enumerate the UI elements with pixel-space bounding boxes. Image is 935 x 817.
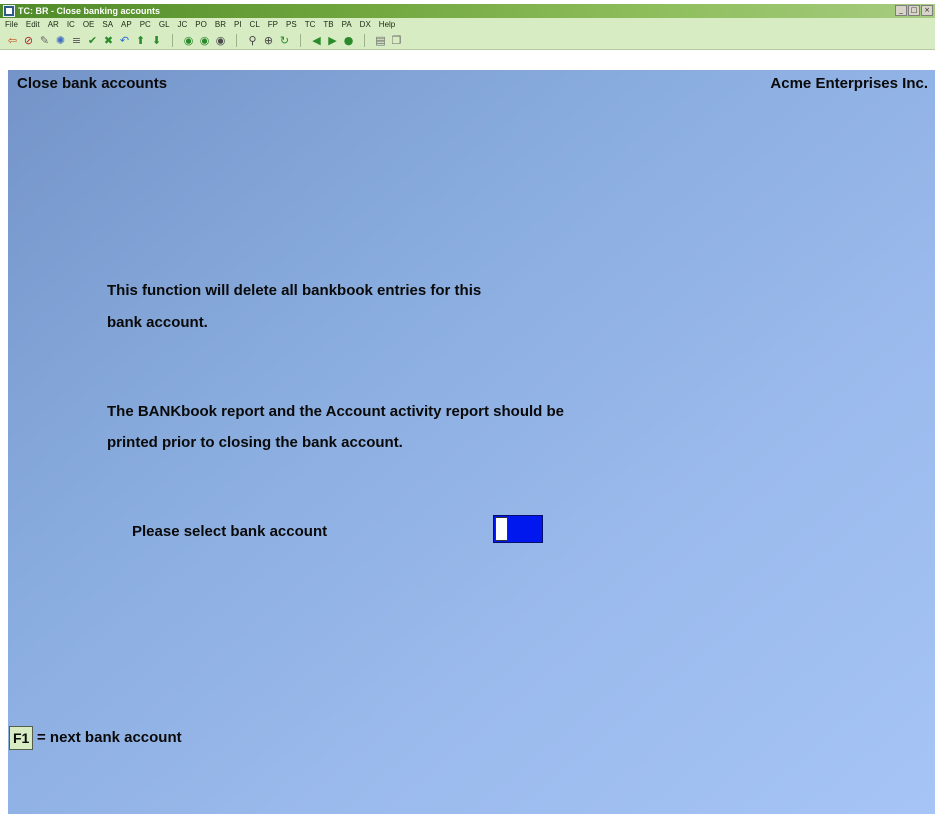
menu-item-oe[interactable]: OE (83, 19, 95, 31)
warning-line-2: bank account. (107, 314, 208, 331)
company-name: Acme Enterprises Inc. (770, 75, 928, 92)
delete-icon[interactable]: ✖ (102, 34, 115, 47)
screen-title: Close bank accounts (17, 75, 168, 92)
menu-item-fp[interactable]: FP (268, 19, 278, 31)
toolbar-separator (300, 34, 301, 47)
menu-item-cl[interactable]: CL (250, 19, 260, 31)
bank-account-prompt: Please select bank account (132, 523, 328, 540)
previous-icon[interactable]: ◀ (310, 34, 323, 47)
settings-icon[interactable]: ✺ (54, 34, 67, 47)
last-record-icon[interactable]: ◉ (214, 34, 227, 47)
menu-item-jc[interactable]: JC (178, 19, 188, 31)
copy-icon[interactable]: ❐ (390, 34, 403, 47)
menu-item-dx[interactable]: DX (360, 19, 371, 31)
menu-item-pi[interactable]: PI (234, 19, 242, 31)
maximize-button[interactable]: □ (908, 5, 920, 16)
menu-item-edit[interactable]: Edit (26, 19, 40, 31)
menu-item-help[interactable]: Help (379, 19, 395, 31)
f1-key-button[interactable]: F1 (9, 726, 34, 750)
menu-item-pc[interactable]: PC (140, 19, 151, 31)
toolbar: ⇦ ⊘ ✎ ✺ ≡ ✔ ✖ ↶ ⬆ ⬇ ◉ ◉ ◉ ⚲ ⊕ ↻ ◀ ▶ ● ▤ ❐ (0, 32, 935, 50)
f1-key-description: = next bank account (37, 729, 182, 746)
report-note-line-1: The BANKbook report and the Account acti… (107, 403, 564, 420)
save-icon[interactable]: ▤ (374, 34, 387, 47)
zoom-icon[interactable]: ⊕ (262, 34, 275, 47)
cancel-icon[interactable]: ⊘ (22, 34, 35, 47)
menu-item-sa[interactable]: SA (102, 19, 113, 31)
toolbar-separator (364, 34, 365, 47)
menu-item-gl[interactable]: GL (159, 19, 170, 31)
warning-line-1: This function will delete all bankbook e… (107, 282, 482, 299)
minimize-button[interactable]: _ (895, 5, 907, 16)
window-title: TC: BR - Close banking accounts (18, 6, 161, 16)
next-icon[interactable]: ▶ (326, 34, 339, 47)
exit-icon[interactable]: ⇦ (6, 34, 19, 47)
menu-item-ps[interactable]: PS (286, 19, 297, 31)
menu-item-tb[interactable]: TB (323, 19, 333, 31)
text-cursor (495, 517, 508, 541)
menu-item-ap[interactable]: AP (121, 19, 132, 31)
menu-item-ar[interactable]: AR (48, 19, 59, 31)
report-note-line-2: printed prior to closing the bank accoun… (107, 434, 403, 451)
menu-item-pa[interactable]: PA (342, 19, 352, 31)
undo-icon[interactable]: ↶ (118, 34, 131, 47)
next-record-icon[interactable]: ◉ (198, 34, 211, 47)
tools-icon[interactable]: ✎ (38, 34, 51, 47)
main-screen: Close bank accounts Acme Enterprises Inc… (8, 70, 935, 814)
arrow-up-icon[interactable]: ⬆ (134, 34, 147, 47)
close-button[interactable]: × (921, 5, 933, 16)
toolbar-separator (236, 34, 237, 47)
menu-item-br[interactable]: BR (215, 19, 226, 31)
menu-item-file[interactable]: File (5, 19, 18, 31)
bank-account-input[interactable] (493, 515, 543, 543)
app-icon[interactable] (3, 5, 15, 17)
first-record-icon[interactable]: ◉ (182, 34, 195, 47)
find-icon[interactable]: ⚲ (246, 34, 259, 47)
refresh-icon[interactable]: ↻ (278, 34, 291, 47)
application-window: TC: BR - Close banking accounts _ □ × Fi… (0, 0, 935, 817)
accept-icon[interactable]: ✔ (86, 34, 99, 47)
toolbar-separator (172, 34, 173, 47)
menu-bar: File Edit AR IC OE SA AP PC GL JC PO BR PI CL FP PS TC TB… (0, 18, 935, 32)
help-icon[interactable]: ● (342, 34, 355, 47)
title-bar: TC: BR - Close banking accounts _ □ × (0, 4, 935, 18)
menu-item-po[interactable]: PO (195, 19, 207, 31)
print-icon[interactable]: ≡ (70, 34, 83, 47)
arrow-down-icon[interactable]: ⬇ (150, 34, 163, 47)
menu-item-tc[interactable]: TC (305, 19, 316, 31)
menu-item-ic[interactable]: IC (67, 19, 75, 31)
window-controls: _ □ × (895, 5, 933, 16)
